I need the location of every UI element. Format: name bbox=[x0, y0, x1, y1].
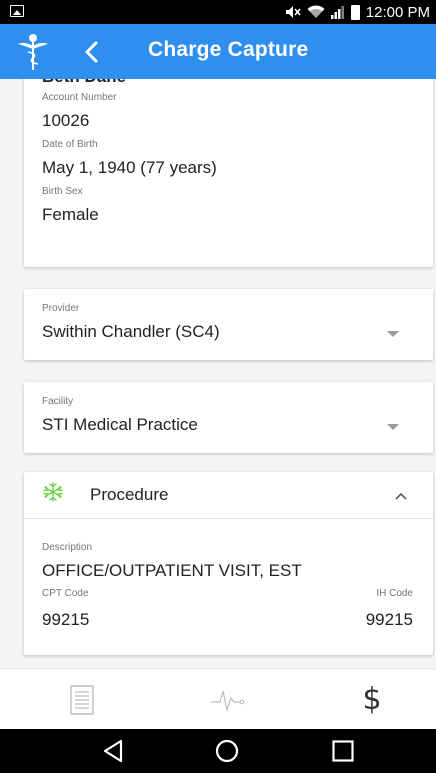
system-back-button[interactable] bbox=[98, 737, 128, 765]
chevron-left-icon bbox=[85, 41, 98, 63]
back-button[interactable] bbox=[74, 35, 108, 69]
provider-dropdown[interactable]: Provider Swithin Chandler (SC4) bbox=[24, 289, 433, 360]
birth-sex-label: Birth Sex bbox=[42, 186, 83, 197]
nav-vitals[interactable] bbox=[168, 669, 288, 730]
home-icon bbox=[215, 739, 239, 763]
system-recents-button[interactable] bbox=[328, 737, 358, 765]
system-nav-bar bbox=[0, 729, 436, 773]
battery-icon bbox=[350, 4, 360, 20]
dob-label: Date of Birth bbox=[42, 139, 98, 150]
recents-icon bbox=[332, 740, 354, 762]
account-number-value: 10026 bbox=[42, 111, 90, 130]
dropdown-arrow-icon bbox=[387, 331, 399, 337]
facility-label: Facility bbox=[42, 396, 74, 407]
ih-code-label: IH Code bbox=[376, 588, 413, 599]
procedure-title: Procedure bbox=[90, 485, 169, 504]
provider-label: Provider bbox=[42, 303, 80, 314]
cpt-code-label: CPT Code bbox=[42, 588, 89, 599]
document-list-icon bbox=[70, 684, 94, 715]
caduceus-icon bbox=[18, 34, 48, 70]
status-bar: 12:00 PM bbox=[0, 0, 436, 24]
bottom-nav: $ bbox=[0, 668, 436, 729]
facility-value: STI Medical Practice bbox=[42, 415, 198, 434]
provider-value: Swithin Chandler (SC4) bbox=[42, 322, 220, 341]
content-scroll-area[interactable]: Beth Dane Account Number 10026 Date of B… bbox=[0, 79, 436, 668]
description-label: Description bbox=[42, 542, 93, 553]
nav-documents[interactable] bbox=[22, 669, 142, 730]
app-bar: Charge Capture bbox=[0, 24, 436, 79]
chevron-up-icon[interactable] bbox=[391, 488, 411, 504]
description-value: OFFICE/OUTPATIENT VISIT, EST bbox=[42, 561, 302, 580]
dropdown-arrow-icon bbox=[387, 424, 399, 430]
signal-icon bbox=[330, 6, 344, 19]
status-icons: 12:00 PM bbox=[285, 0, 430, 24]
asterisk-icon bbox=[43, 482, 63, 502]
ih-code-value: 99215 bbox=[365, 610, 413, 629]
patient-name: Beth Dane bbox=[42, 79, 126, 87]
mute-icon bbox=[285, 6, 301, 18]
procedure-header[interactable]: Procedure bbox=[24, 472, 433, 519]
wifi-icon bbox=[307, 5, 325, 18]
system-home-button[interactable] bbox=[212, 737, 242, 765]
page-title: Charge Capture bbox=[148, 38, 309, 61]
procedure-card: Procedure Description OFFICE/OUTPATIENT … bbox=[24, 472, 433, 655]
status-time: 12:00 PM bbox=[365, 3, 430, 21]
dollar-icon: $ bbox=[362, 682, 382, 717]
pulse-icon bbox=[211, 690, 245, 712]
birth-sex-value: Female bbox=[42, 205, 99, 224]
account-number-label: Account Number bbox=[42, 92, 117, 103]
facility-dropdown[interactable]: Facility STI Medical Practice bbox=[24, 382, 433, 453]
back-icon bbox=[103, 739, 123, 763]
patient-card: Beth Dane Account Number 10026 Date of B… bbox=[24, 79, 433, 267]
cpt-code-value: 99215 bbox=[42, 610, 90, 629]
image-notification-icon bbox=[10, 5, 24, 17]
dob-value: May 1, 1940 (77 years) bbox=[42, 158, 217, 177]
nav-charges[interactable]: $ bbox=[312, 669, 432, 730]
